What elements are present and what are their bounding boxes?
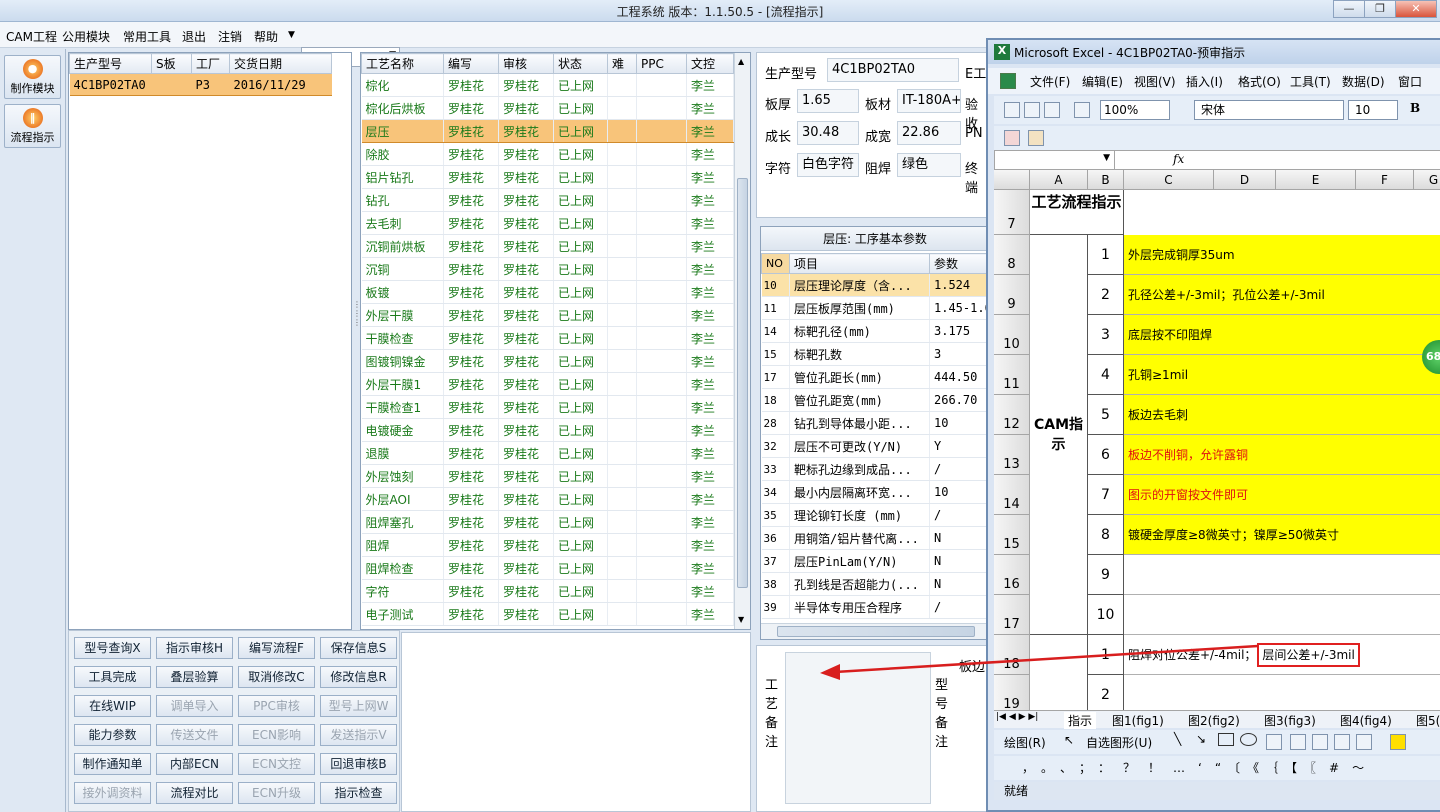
annotation-arrow [820, 644, 1259, 680]
